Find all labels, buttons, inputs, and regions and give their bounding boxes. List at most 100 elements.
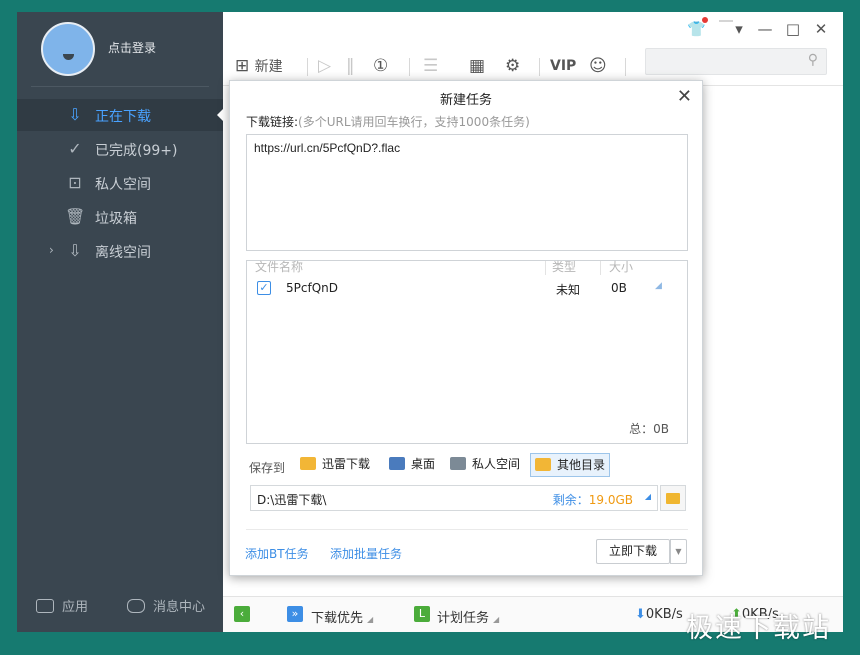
sidebar: 点击登录 ⇩ 正在下载 ✓ 已完成(99+) ⊡ 私人空间 🗑 垃圾箱 › ⇩ … — [17, 12, 223, 632]
dest-label: 桌面 — [411, 457, 436, 471]
download-options-dropdown[interactable]: ▼ — [670, 539, 687, 564]
cloud-download-icon: ⇩ — [68, 241, 82, 260]
vip-icon[interactable]: VIP — [550, 54, 576, 78]
sidebar-divider — [31, 86, 209, 87]
sidebar-item-label: 正在下载 — [95, 109, 151, 125]
dialog-title: 新建任务 — [439, 93, 492, 108]
add-bt-task-link[interactable]: 添加BT任务 — [245, 545, 309, 562]
one-icon[interactable]: ① — [373, 54, 388, 78]
play-icon[interactable]: ▷ — [318, 54, 331, 78]
sidebar-item-label: 垃圾箱 — [95, 211, 137, 227]
priority-icon: » — [287, 606, 303, 622]
link-label: 下载链接:(多个URL请用回车换行，支持1000条任务) — [246, 113, 530, 130]
apps-button[interactable]: 应用 — [36, 596, 88, 615]
save-to-label: 保存到 — [249, 461, 286, 475]
minimize-icon[interactable]: — — [756, 20, 774, 38]
sidebar-item-offline-space[interactable]: › ⇩ 离线空间 — [17, 235, 223, 267]
desktop-icon — [389, 457, 405, 470]
grid-icon[interactable]: ▦ — [469, 54, 485, 78]
apps-icon — [36, 599, 54, 613]
apps-label: 应用 — [62, 600, 89, 615]
dest-thunder-downloads[interactable]: 迅雷下载 — [296, 453, 374, 477]
dest-private-space[interactable]: 私人空间 — [446, 453, 524, 477]
schedule-icon: L — [414, 606, 430, 622]
queue-icon[interactable]: ☰ — [423, 54, 438, 78]
plus-icon: ⊞ — [235, 56, 250, 76]
search-icon[interactable]: ⚲ — [808, 52, 818, 68]
file-size: 0B — [611, 281, 627, 295]
message-center-label: 消息中心 — [153, 600, 206, 615]
schedule-task-button[interactable]: 计划任务 ◢ — [437, 607, 499, 626]
message-center-button[interactable]: 消息中心 — [127, 596, 205, 615]
sidebar-item-label: 已完成(99+) — [95, 143, 178, 159]
toolbar-divider — [409, 58, 410, 76]
chevron-right-icon[interactable]: › — [49, 243, 54, 257]
piggy-bank-icon[interactable]: ☺ — [589, 54, 607, 78]
folder-icon — [535, 458, 551, 471]
menu-icon[interactable]: ▾ — [730, 20, 748, 38]
dest-other-directory[interactable]: 其他目录 — [530, 453, 611, 477]
folder-icon — [300, 457, 316, 470]
watermark: 极速下载站 — [686, 613, 831, 644]
column-header-name: 文件名称 — [255, 260, 304, 274]
dest-label: 私人空间 — [472, 457, 521, 471]
search-input[interactable]: ⚲ — [645, 48, 827, 75]
download-icon: ⇩ — [68, 105, 82, 124]
arrow-down-icon: ⬇ — [635, 607, 646, 622]
link-label-text: 下载链接: — [246, 115, 299, 129]
new-task-dialog: 新建任务 ✕ 下载链接:(多个URL请用回车换行，支持1000条任务) http… — [229, 80, 703, 576]
toolbar-divider — [307, 58, 308, 76]
sidebar-item-completed[interactable]: ✓ 已完成(99+) — [17, 133, 223, 165]
maximize-icon[interactable]: □ — [784, 20, 802, 38]
title-bar: 👕 ▾ — □ ✕ — [223, 12, 843, 46]
column-header-size: 大小 — [609, 260, 634, 274]
lock-icon: ⊡ — [68, 173, 82, 192]
message-icon — [127, 599, 145, 613]
sidebar-item-label: 私人空间 — [95, 177, 151, 193]
skin-icon[interactable]: 👕 — [687, 20, 706, 38]
avatar[interactable] — [41, 22, 95, 76]
sidebar-item-trash[interactable]: 🗑 垃圾箱 — [17, 201, 223, 233]
path-select[interactable]: D:\迅雷下载\ 剩余：19.0GB ◢ — [250, 485, 658, 511]
file-type: 未知 — [556, 283, 581, 297]
free-space-label: 剩余： — [552, 493, 589, 507]
new-task-label: 新建 — [254, 59, 283, 75]
download-now-button[interactable]: 立即下载 — [596, 539, 670, 564]
dest-label: 迅雷下载 — [322, 457, 371, 471]
dest-desktop[interactable]: 桌面 — [385, 453, 439, 477]
login-link[interactable]: 点击登录 — [108, 39, 156, 56]
download-priority-label: 下载优先 — [311, 611, 364, 626]
browse-folder-button[interactable] — [660, 485, 686, 511]
pause-icon[interactable]: ‖ — [346, 54, 355, 78]
sidebar-item-downloading[interactable]: ⇩ 正在下载 — [17, 99, 223, 131]
file-checkbox[interactable]: ✓ — [257, 281, 271, 295]
file-table: 文件名称 类型 大小 ✓ 5PcfQnD 未知 0B ◢ 总：0B — [246, 260, 688, 444]
schedule-task-label: 计划任务 — [437, 611, 490, 626]
download-priority-button[interactable]: 下载优先 ◢ — [311, 607, 373, 626]
speed-icon[interactable]: ⚙ — [505, 54, 520, 78]
new-task-button[interactable]: ⊞ 新建 — [235, 54, 283, 78]
column-divider — [600, 261, 601, 275]
trash-icon: 🗑 — [65, 207, 86, 226]
collapse-sidebar-icon[interactable]: ‹ — [234, 606, 250, 622]
free-space-value: 19.0GB — [588, 493, 633, 507]
total-size: 总：0B — [629, 422, 669, 436]
sidebar-item-label: 离线空间 — [95, 245, 151, 261]
resize-corner-icon: ◢ — [655, 281, 662, 291]
toolbar-divider — [539, 58, 540, 76]
folder-icon — [666, 493, 680, 504]
column-divider — [545, 261, 546, 275]
save-location-row: 保存到 迅雷下载 桌面 私人空间 其他目录 — [246, 453, 688, 479]
path-value: D:\迅雷下载\ — [257, 493, 327, 507]
drive-icon — [450, 457, 466, 470]
check-circle-icon: ✓ — [68, 139, 82, 158]
sidebar-item-private-space[interactable]: ⊡ 私人空间 — [17, 167, 223, 199]
close-window-icon[interactable]: ✕ — [812, 20, 830, 38]
dialog-divider — [246, 529, 688, 530]
add-batch-task-link[interactable]: 添加批量任务 — [330, 545, 402, 562]
link-hint: (多个URL请用回车换行，支持1000条任务) — [298, 115, 530, 129]
close-icon[interactable]: ✕ — [677, 86, 692, 107]
free-space: 剩余：19.0GB — [553, 491, 633, 508]
url-input[interactable]: https://url.cn/5PcfQnD?.flac — [246, 134, 688, 251]
file-name: 5PcfQnD — [286, 281, 338, 295]
